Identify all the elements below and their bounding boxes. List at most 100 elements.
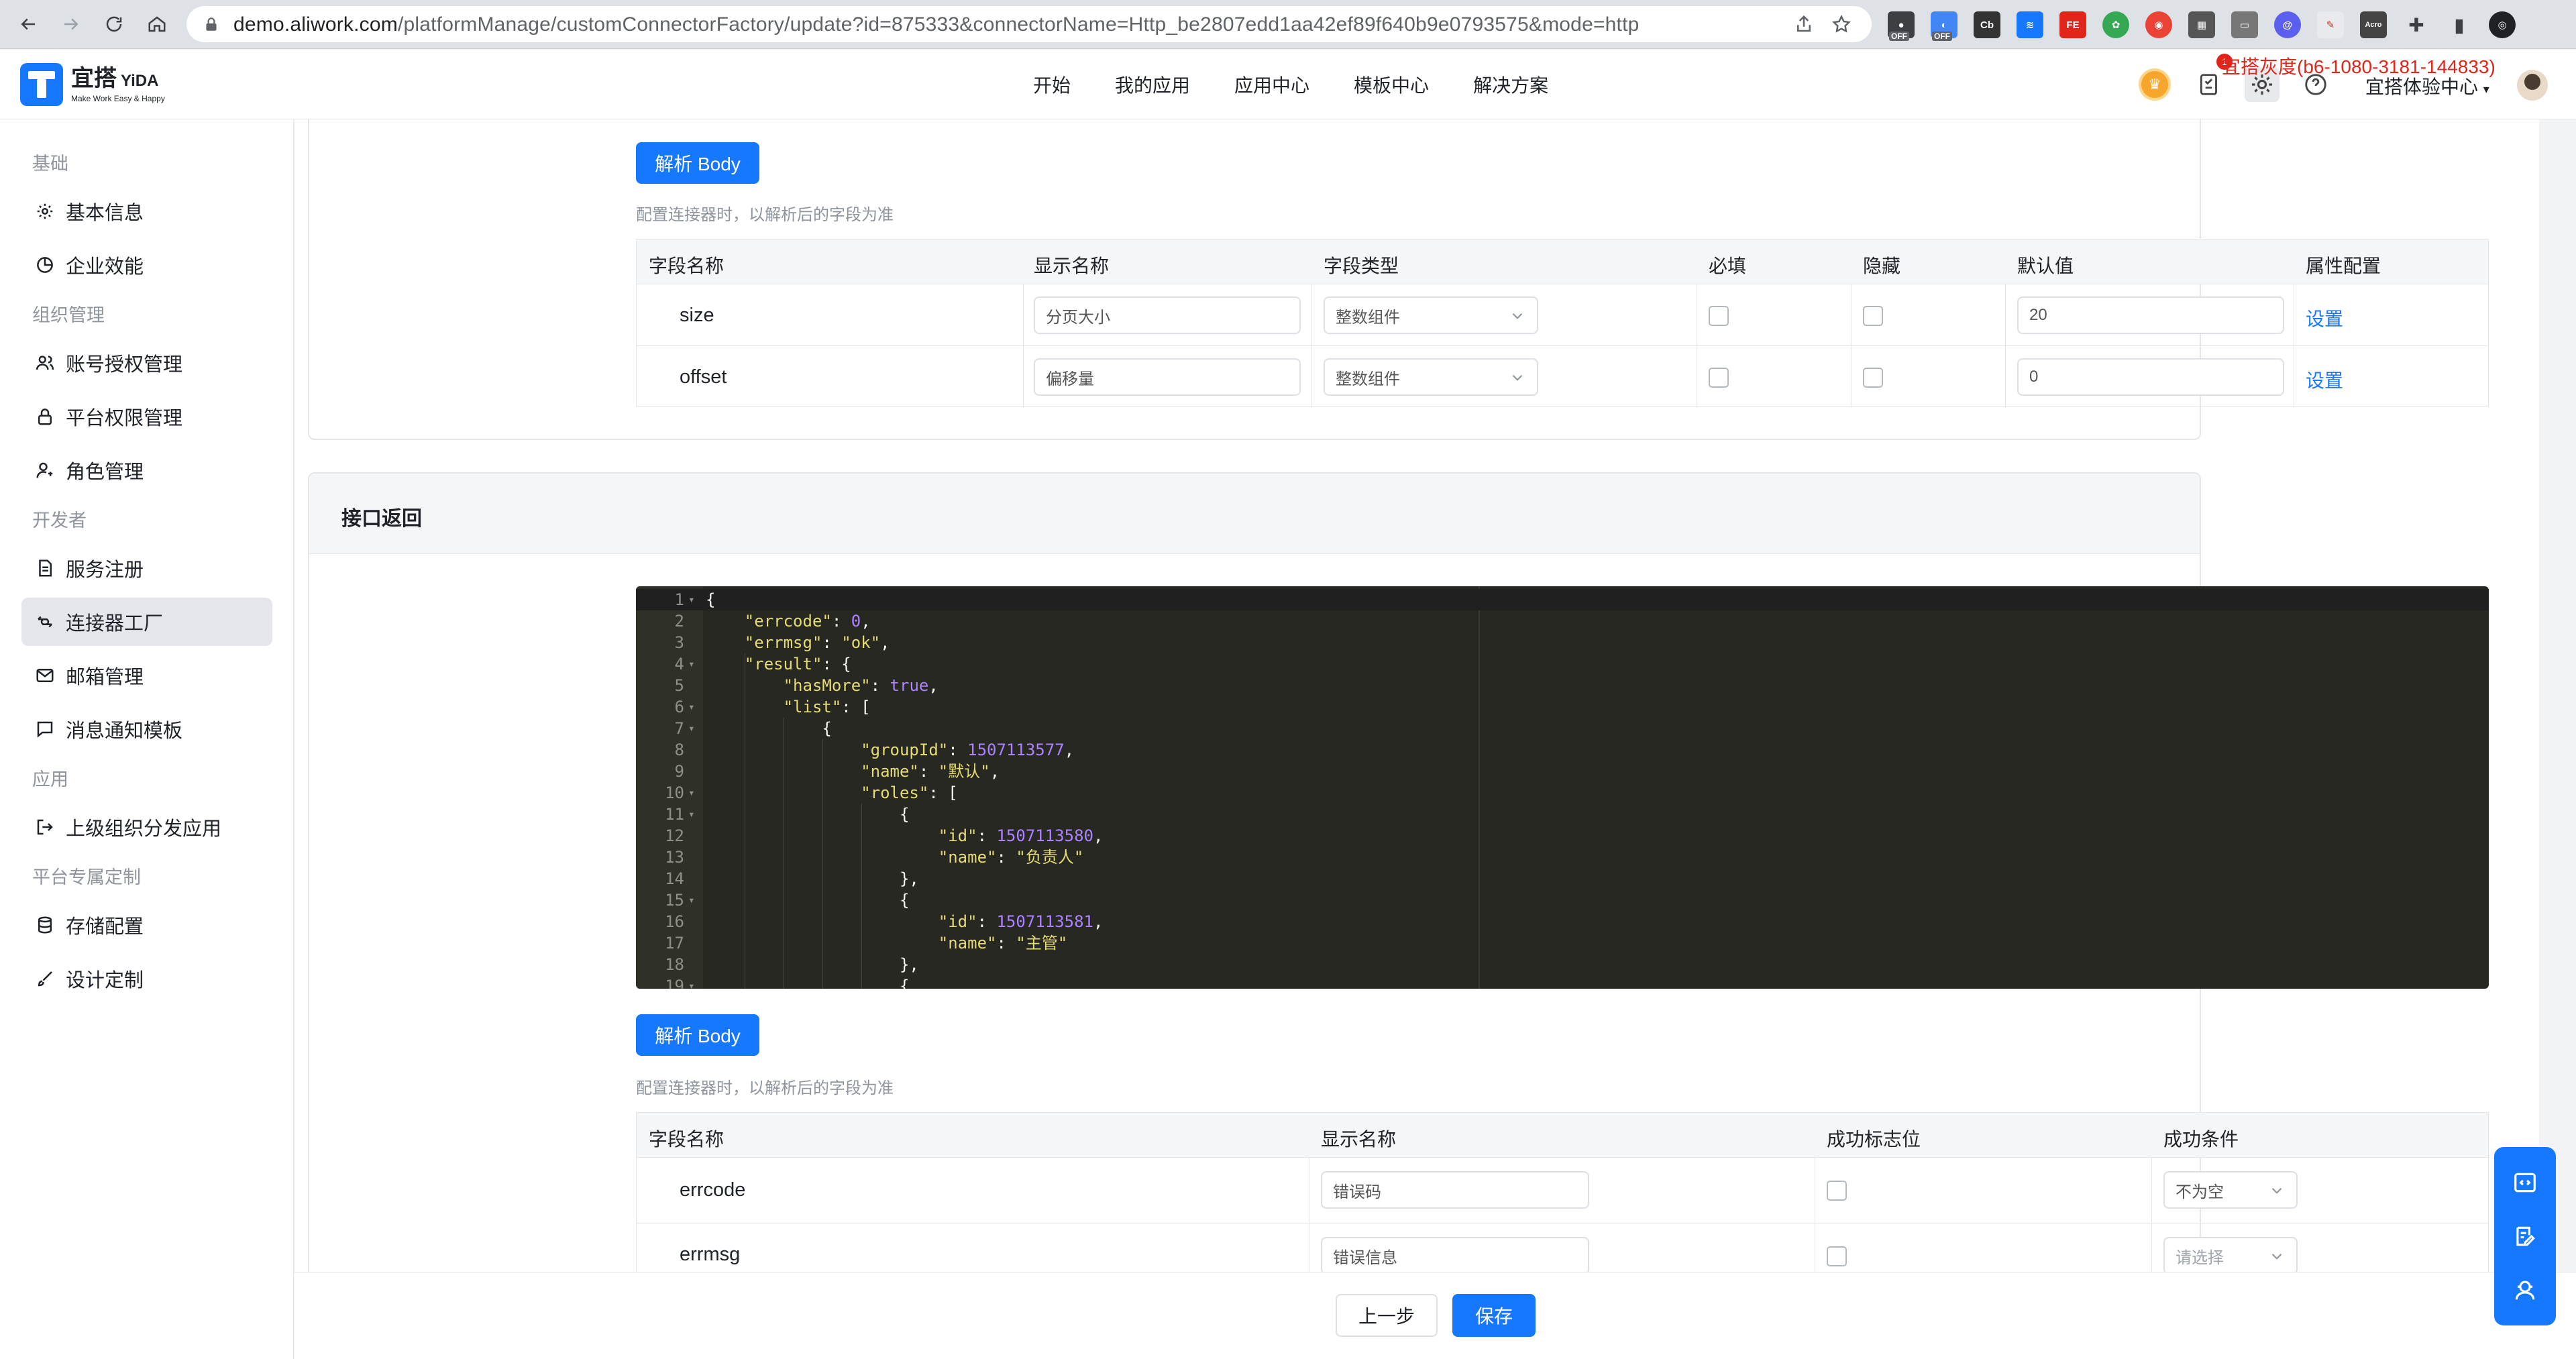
parse-response-body-button[interactable]: 解析 Body [636,1014,759,1056]
back-icon[interactable] [13,9,43,39]
editor-line[interactable]: 19 ▾ { [636,975,2489,989]
previous-step-button[interactable]: 上一步 [1336,1294,1438,1337]
extension-gear-icon[interactable]: ✿ [2102,11,2129,38]
fold-toggle-icon[interactable]: ▾ [688,889,695,911]
editor-line[interactable]: 12 "id": 1507113580, [636,825,2489,847]
customer-service-icon[interactable] [2512,1277,2538,1303]
required-checkbox[interactable] [1709,368,1729,388]
sidebar-item-basic-info[interactable]: 基本信息 [21,187,272,235]
extension-qr-icon[interactable]: ▦ [2188,11,2215,38]
fold-toggle-icon[interactable]: ▾ [688,804,695,825]
fold-toggle-icon[interactable]: ▾ [688,589,695,610]
nav-template-center[interactable]: 模板中心 [1354,71,1429,98]
field-type-select[interactable]: 整数组件 [1324,296,1538,334]
nav-start[interactable]: 开始 [1033,71,1071,98]
success-condition-select[interactable]: 不为空 [2163,1171,2298,1209]
response-json-editor[interactable]: 1 ▾{2 "errcode": 0, 3 "errmsg": "ok", 4 ▾ "r… [636,586,2489,989]
editor-line[interactable]: 8 "groupId": 1507113577, [636,739,2489,761]
lock-icon[interactable] [203,15,220,33]
sidebar-item-service-register[interactable]: 服务注册 [21,544,272,592]
code-window-icon[interactable] [2512,1170,2538,1195]
table-row: errcode 错误码 不为空 [637,1157,2488,1223]
required-checkbox[interactable] [1709,306,1729,326]
editor-line[interactable]: 14 }, [636,868,2489,889]
sidebar-item-role[interactable]: 角色管理 [21,446,272,494]
default-value-input[interactable]: 20 [2017,296,2284,334]
reload-icon[interactable] [99,9,129,39]
nav-my-apps[interactable]: 我的应用 [1115,71,1190,98]
code-text: }, [899,955,919,974]
extension-acro-icon[interactable]: Acro [2360,11,2387,38]
sidebar-item-account-auth[interactable]: 账号授权管理 [21,339,272,387]
save-button[interactable]: 保存 [1452,1294,1536,1337]
editor-line[interactable]: 3 "errmsg": "ok", [636,632,2489,653]
editor-line[interactable]: 1 ▾ { [636,589,2489,610]
fold-toggle-icon[interactable]: ▾ [688,782,695,804]
editor-line[interactable]: 9 "name": "默认", [636,761,2489,782]
extension-off-icon[interactable]: ◐ OFF [1931,11,1957,41]
sidebar-item-design[interactable]: 设计定制 [21,955,272,1003]
extension-at-icon[interactable]: @ [2274,11,2301,38]
profile-icon[interactable]: ◎ [2489,11,2516,38]
success-flag-checkbox[interactable] [1827,1246,1847,1266]
extension-color-icon[interactable]: ◉ [2145,11,2172,38]
fold-toggle-icon[interactable]: ▾ [688,718,695,739]
share-icon[interactable] [1794,14,1814,34]
display-name-input[interactable]: 分页大小 [1034,296,1301,334]
extension-pen-icon[interactable]: ✎ [2317,11,2344,38]
user-avatar[interactable] [2517,70,2548,101]
editor-line[interactable]: 7 ▾ { [636,718,2489,739]
sidebar-item-org-distribution[interactable]: 上级组织分发应用 [21,803,272,851]
settings-link[interactable]: 设置 [2306,305,2343,331]
editor-line[interactable]: 18 }, [636,954,2489,975]
success-flag-checkbox[interactable] [1827,1181,1847,1201]
hidden-checkbox[interactable] [1863,306,1883,326]
settings-link[interactable]: 设置 [2306,366,2343,393]
editor-line[interactable]: 16 "id": 1507113581, [636,911,2489,932]
editor-line[interactable]: 13 "name": "负责人" [636,847,2489,868]
nav-app-center[interactable]: 应用中心 [1234,71,1309,98]
extension-layers-icon[interactable]: ≋ [2017,11,2043,38]
sidebar-item-platform-permission[interactable]: 平台权限管理 [21,392,272,441]
editor-line[interactable]: 17 "name": "主管" [636,932,2489,954]
extension-cb-icon[interactable]: Cb [1974,11,2000,38]
extension-off-icon[interactable]: ● OFF [1888,11,1915,41]
fold-toggle-icon[interactable]: ▾ [688,653,695,675]
display-name-input[interactable]: 错误码 [1321,1171,1589,1209]
editor-line[interactable]: 6 ▾ "list": [ [636,696,2489,718]
sidepanel-icon[interactable]: ▮ [2446,11,2473,38]
sidebar-item-message-template[interactable]: 消息通知模板 [21,705,272,753]
display-name-input[interactable]: 偏移量 [1034,358,1301,396]
gear-icon [37,203,53,219]
editor-line[interactable]: 10 ▾ "roles": [ [636,782,2489,804]
code-text: "name": "主管" [938,934,1068,953]
editor-line[interactable]: 2 "errcode": 0, [636,610,2489,632]
crown-icon[interactable]: ♛ [2139,68,2171,101]
sidebar-item-mail[interactable]: 邮箱管理 [21,651,272,700]
default-value-input[interactable]: 0 [2017,358,2284,396]
editor-line[interactable]: 11 ▾ { [636,804,2489,825]
home-icon[interactable] [142,9,172,39]
feedback-edit-icon[interactable] [2512,1224,2538,1249]
forward-icon[interactable] [56,9,86,39]
sidebar-item-connector-factory[interactable]: 连接器工厂 [21,598,272,646]
field-type-select[interactable]: 整数组件 [1324,358,1538,396]
success-condition-select[interactable]: 请选择 [2163,1237,2298,1274]
bookmark-star-icon[interactable] [1831,14,1851,34]
extension-window-icon[interactable]: ▭ [2231,11,2258,38]
sidebar-item-storage[interactable]: 存储配置 [21,901,272,949]
parse-request-body-button[interactable]: 解析 Body [636,142,759,184]
extension-fe-icon[interactable]: FE [2059,11,2086,38]
yida-logo[interactable]: 宜搭 YiDA Make Work Easy & Happy [20,63,165,106]
extensions-puzzle-icon[interactable]: ✚ [2403,11,2430,38]
fold-toggle-icon[interactable]: ▾ [688,696,695,718]
display-name-input[interactable]: 错误信息 [1321,1237,1589,1274]
editor-line[interactable]: 4 ▾ "result": { [636,653,2489,675]
fold-toggle-icon[interactable]: ▾ [688,975,695,989]
nav-solutions[interactable]: 解决方案 [1473,71,1548,98]
sidebar-item-efficiency[interactable]: 企业效能 [21,241,272,289]
editor-line[interactable]: 15 ▾ { [636,889,2489,911]
address-bar[interactable]: demo.aliwork.com/platformManage/customCo… [186,6,1872,42]
hidden-checkbox[interactable] [1863,368,1883,388]
editor-line[interactable]: 5 "hasMore": true, [636,675,2489,696]
